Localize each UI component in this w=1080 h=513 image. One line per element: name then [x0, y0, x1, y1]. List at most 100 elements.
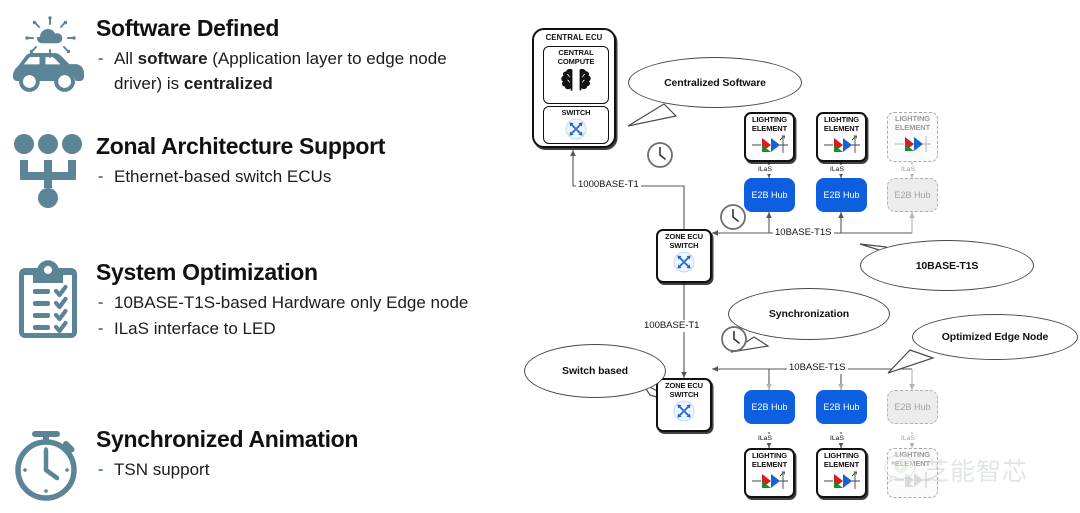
- bullet-dash: -: [98, 167, 104, 185]
- e2b-hub-label: E2B Hub: [751, 402, 788, 412]
- switch-icon: [565, 118, 587, 145]
- callout-text: Switch based: [562, 365, 628, 377]
- stopwatch-icon: [0, 425, 96, 505]
- e2b-hub-label: E2B Hub: [823, 402, 860, 412]
- led-rgb-icon: [821, 469, 863, 498]
- bullet-item: - ILaS interface to LED: [96, 316, 468, 341]
- callout-text: 10BASE-T1S: [915, 259, 979, 272]
- feature-synchronized-animation: Synchronized Animation - TSN support: [0, 425, 358, 505]
- feature-body: Software Defined - All software (Applica…: [96, 14, 474, 97]
- e2b-hub-bottom-2[interactable]: E2B Hub: [816, 390, 867, 424]
- bullet-item: - TSN support: [96, 457, 358, 482]
- bullet-text: 10BASE-T1S-based Hardware only Edge node: [114, 292, 469, 312]
- callout-switch-based[interactable]: Switch based: [524, 344, 666, 398]
- bullet-text: ILaS interface to LED: [114, 318, 276, 338]
- lighting-element-label: LIGHTING ELEMENT: [823, 451, 860, 469]
- lighting-element-label: LIGHTING ELEMENT: [751, 115, 788, 133]
- clipboard-checklist-icon: [0, 258, 96, 344]
- link-label-100base-t1: 100BASE-T1: [642, 320, 702, 332]
- connected-car-icon: [0, 14, 96, 94]
- lighting-element-label: LIGHTING ELEMENT: [751, 451, 788, 469]
- bullet-text: Ethernet-based switch ECUs: [114, 166, 332, 186]
- bullet-dash: -: [98, 319, 104, 337]
- led-rgb-icon: [749, 469, 791, 498]
- led-rgb-icon: [892, 468, 934, 497]
- bullet-item: - 10BASE-T1S-based Hardware only Edge no…: [96, 290, 468, 315]
- switch-icon: [673, 251, 695, 278]
- callout-text: Synchronization: [768, 308, 850, 320]
- feature-system-optimization: System Optimization - 10BASE-T1S-based H…: [0, 258, 468, 344]
- e2b-hub-top-2[interactable]: E2B Hub: [816, 178, 867, 212]
- e2b-hub-top-3-inactive[interactable]: E2B Hub: [887, 178, 938, 212]
- clock-icon: [720, 325, 748, 358]
- zone-ecu-switch-top[interactable]: ZONE ECU SWITCH: [656, 229, 712, 283]
- lighting-element-label: LIGHTING ELEMENT: [823, 115, 860, 133]
- bullet-text: TSN support: [114, 459, 210, 479]
- central-ecu-box[interactable]: CENTRAL ECU CENTRAL COMPUTE SWITCH: [532, 28, 616, 148]
- lighting-element-top-1[interactable]: LIGHTING ELEMENT: [744, 112, 795, 162]
- e2b-hub-label: E2B Hub: [823, 190, 860, 200]
- ilas-label: ILaS: [900, 434, 916, 443]
- led-rgb-icon: [821, 133, 863, 162]
- central-ecu-title: CENTRAL ECU: [545, 33, 603, 42]
- link-label-1000base-t1: 1000BASE-T1: [576, 179, 641, 191]
- bullet-item: - Ethernet-based switch ECUs: [96, 164, 385, 189]
- callout-centralized-software[interactable]: Centralized Software: [628, 57, 802, 108]
- lighting-element-top-3-inactive[interactable]: LIGHTING ELEMENT: [887, 112, 938, 162]
- feature-title: Synchronized Animation: [96, 426, 359, 452]
- link-label-10base-t1s-top: 10BASE-T1S: [773, 227, 834, 239]
- ilas-label: ILaS: [829, 434, 845, 443]
- feature-body: Synchronized Animation - TSN support: [96, 425, 358, 483]
- feature-title: Zonal Architecture Support: [96, 133, 386, 159]
- central-compute-label: CENTRAL COMPUTE: [557, 48, 595, 66]
- switch-icon: [673, 400, 695, 427]
- ilas-label: ILaS: [757, 434, 773, 443]
- lighting-element-bottom-3-inactive[interactable]: LIGHTING ELEMENT: [887, 448, 938, 498]
- network-topology-icon: [0, 132, 96, 208]
- bullet-item: - All software (Application layer to edg…: [96, 46, 474, 96]
- callout-optimized-edge-node[interactable]: Optimized Edge Node: [912, 314, 1078, 360]
- bullet-dash: -: [98, 49, 104, 67]
- zone-ecu-switch-bottom[interactable]: ZONE ECU SWITCH: [656, 378, 712, 432]
- clock-icon: [719, 203, 747, 236]
- ilas-label: ILaS: [829, 165, 845, 174]
- e2b-hub-bottom-3-inactive[interactable]: E2B Hub: [887, 390, 938, 424]
- link-label-10base-t1s-bottom: 10BASE-T1S: [787, 362, 848, 374]
- e2b-hub-label: E2B Hub: [894, 190, 931, 200]
- callout-text: Centralized Software: [664, 76, 766, 89]
- central-switch-box[interactable]: SWITCH: [543, 106, 609, 144]
- bullet-text: All software (Application layer to edge …: [114, 48, 447, 93]
- feature-software-defined: Software Defined - All software (Applica…: [0, 14, 474, 97]
- architecture-diagram: CENTRAL ECU CENTRAL COMPUTE SWITCH ZONE …: [516, 0, 1080, 513]
- lighting-element-label: LIGHTING ELEMENT: [894, 450, 931, 468]
- brain-icon: [557, 66, 595, 99]
- features-panel: Software Defined - All software (Applica…: [0, 0, 516, 513]
- feature-title: System Optimization: [96, 259, 318, 285]
- feature-body: Zonal Architecture Support - Ethernet-ba…: [96, 132, 385, 190]
- bullet-dash: -: [98, 460, 104, 478]
- central-switch-label: SWITCH: [561, 108, 591, 117]
- lighting-element-label: LIGHTING ELEMENT: [894, 114, 931, 132]
- e2b-hub-top-1[interactable]: E2B Hub: [744, 178, 795, 212]
- feature-title: Software Defined: [96, 15, 280, 41]
- central-compute-box[interactable]: CENTRAL COMPUTE: [543, 46, 609, 104]
- feature-body: System Optimization - 10BASE-T1S-based H…: [96, 258, 468, 342]
- e2b-hub-label: E2B Hub: [894, 402, 931, 412]
- lighting-element-top-2[interactable]: LIGHTING ELEMENT: [816, 112, 867, 162]
- bullet-dash: -: [98, 293, 104, 311]
- lighting-element-bottom-1[interactable]: LIGHTING ELEMENT: [744, 448, 795, 498]
- lighting-element-bottom-2[interactable]: LIGHTING ELEMENT: [816, 448, 867, 498]
- ilas-label: ILaS: [757, 165, 773, 174]
- e2b-hub-label: E2B Hub: [751, 190, 788, 200]
- zone-ecu-switch-bottom-label: ZONE ECU SWITCH: [665, 381, 703, 399]
- callout-10base-t1s[interactable]: 10BASE-T1S: [860, 240, 1034, 291]
- zone-ecu-switch-top-label: ZONE ECU SWITCH: [665, 232, 703, 250]
- led-rgb-icon: [749, 133, 791, 162]
- e2b-hub-bottom-1[interactable]: E2B Hub: [744, 390, 795, 424]
- led-rgb-icon: [892, 132, 934, 161]
- feature-zonal-architecture: Zonal Architecture Support - Ethernet-ba…: [0, 132, 385, 208]
- callout-synchronization[interactable]: Synchronization: [728, 288, 890, 340]
- ilas-label: ILaS: [900, 165, 916, 174]
- callout-text: Optimized Edge Node: [941, 331, 1049, 343]
- clock-icon: [646, 141, 674, 174]
